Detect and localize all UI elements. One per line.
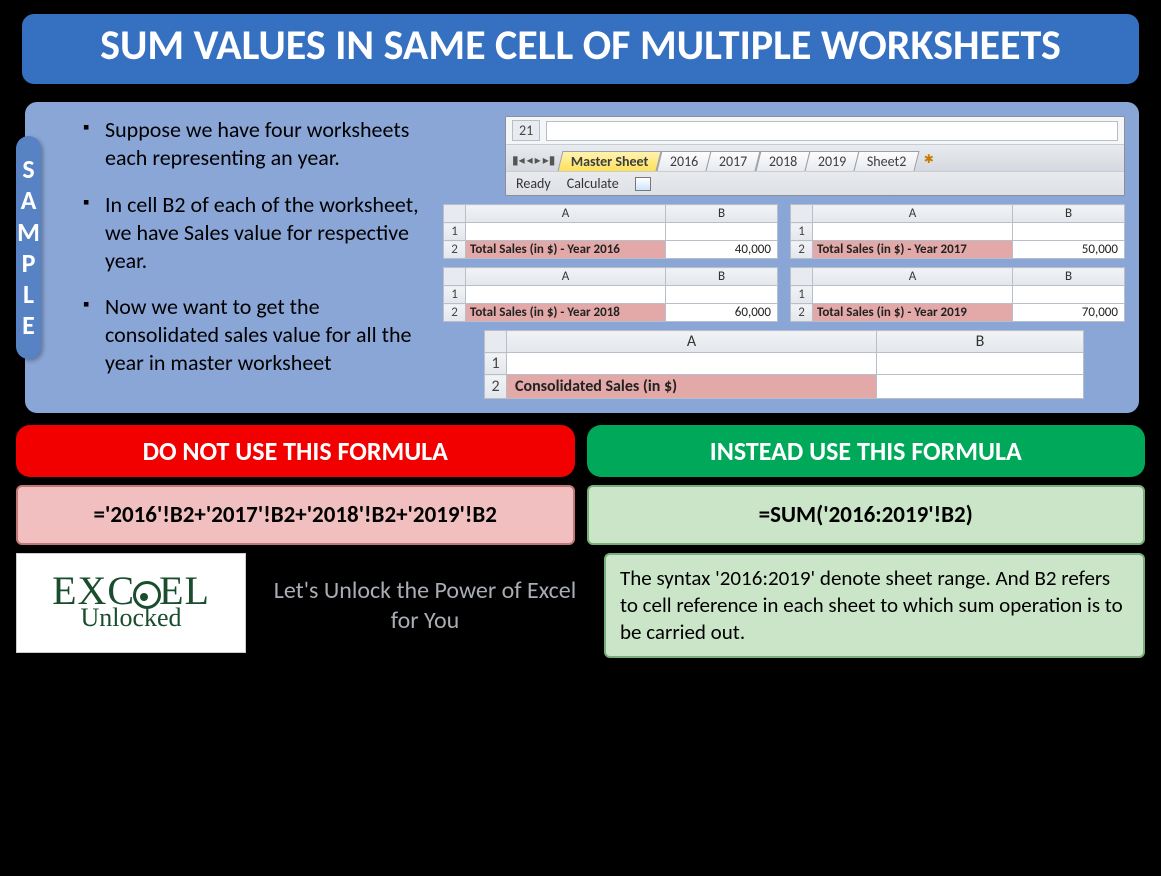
mini-table-2016: AB 1 2Total Sales (in $) - Year 201640,0… (443, 204, 778, 259)
instead-use-header: INSTEAD USE THIS FORMULA (587, 425, 1146, 477)
excel-tabs-widget: 21 ▮◂ ◂ ▸ ▸▮ Master Sheet 2016 2017 (505, 116, 1125, 196)
sample-badge: S A M P L E (16, 136, 41, 359)
sheet-tab-2016: 2016 (656, 151, 711, 171)
master-table: AB 1 2Consolidated Sales (in $) (484, 330, 1084, 399)
dont-use-header: DO NOT USE THIS FORMULA (16, 425, 575, 477)
status-calculate: Calculate (567, 175, 619, 192)
list-item: Now we want to get the consolidated sale… (83, 293, 425, 377)
status-ready: Ready (516, 175, 551, 192)
row-number-box: 21 (512, 120, 540, 141)
formula-bar (546, 121, 1118, 141)
sheet-tab-2018: 2018 (755, 151, 810, 171)
prev-icon: ◂ (527, 153, 533, 168)
first-icon: ▮◂ (512, 153, 525, 168)
sheet-tab-2019: 2019 (804, 151, 859, 171)
sample-panel: Suppose we have four worksheets each rep… (19, 96, 1145, 419)
mini-table-2019: AB 1 2Total Sales (in $) - Year 201970,0… (790, 267, 1125, 322)
sample-bullets: Suppose we have four worksheets each rep… (75, 116, 425, 399)
list-item: In cell B2 of each of the worksheet, we … (83, 191, 425, 275)
next-icon: ▸ (535, 153, 541, 168)
key-icon (133, 581, 161, 609)
page-title: SUM VALUES IN SAME CELL OF MULTIPLE WORK… (16, 8, 1145, 90)
sheet-tab-sheet2: Sheet2 (854, 151, 920, 171)
last-icon: ▸▮ (543, 153, 556, 168)
mini-table-2018: AB 1 2Total Sales (in $) - Year 201860,0… (443, 267, 778, 322)
sheet-tab-master: Master Sheet (558, 151, 662, 171)
sheet-nav-arrows: ▮◂ ◂ ▸ ▸▮ (510, 153, 561, 171)
new-sheet-icon: ✱ (918, 150, 940, 171)
logo: EXCEL Unlocked (16, 553, 246, 653)
explanation-box: The syntax '2016:2019' denote sheet rang… (604, 553, 1145, 658)
dont-use-formula: ='2016'!B2+'2017'!B2+'2018'!B2+'2019'!B2 (16, 485, 575, 545)
instead-use-formula: =SUM('2016:2019'!B2) (587, 485, 1146, 545)
list-item: Suppose we have four worksheets each rep… (83, 116, 425, 172)
window-icon (635, 177, 651, 191)
sheet-tab-2017: 2017 (706, 151, 761, 171)
tagline: Let's Unlock the Power of Excel for You (260, 553, 590, 658)
mini-table-2017: AB 1 2Total Sales (in $) - Year 201750,0… (790, 204, 1125, 259)
